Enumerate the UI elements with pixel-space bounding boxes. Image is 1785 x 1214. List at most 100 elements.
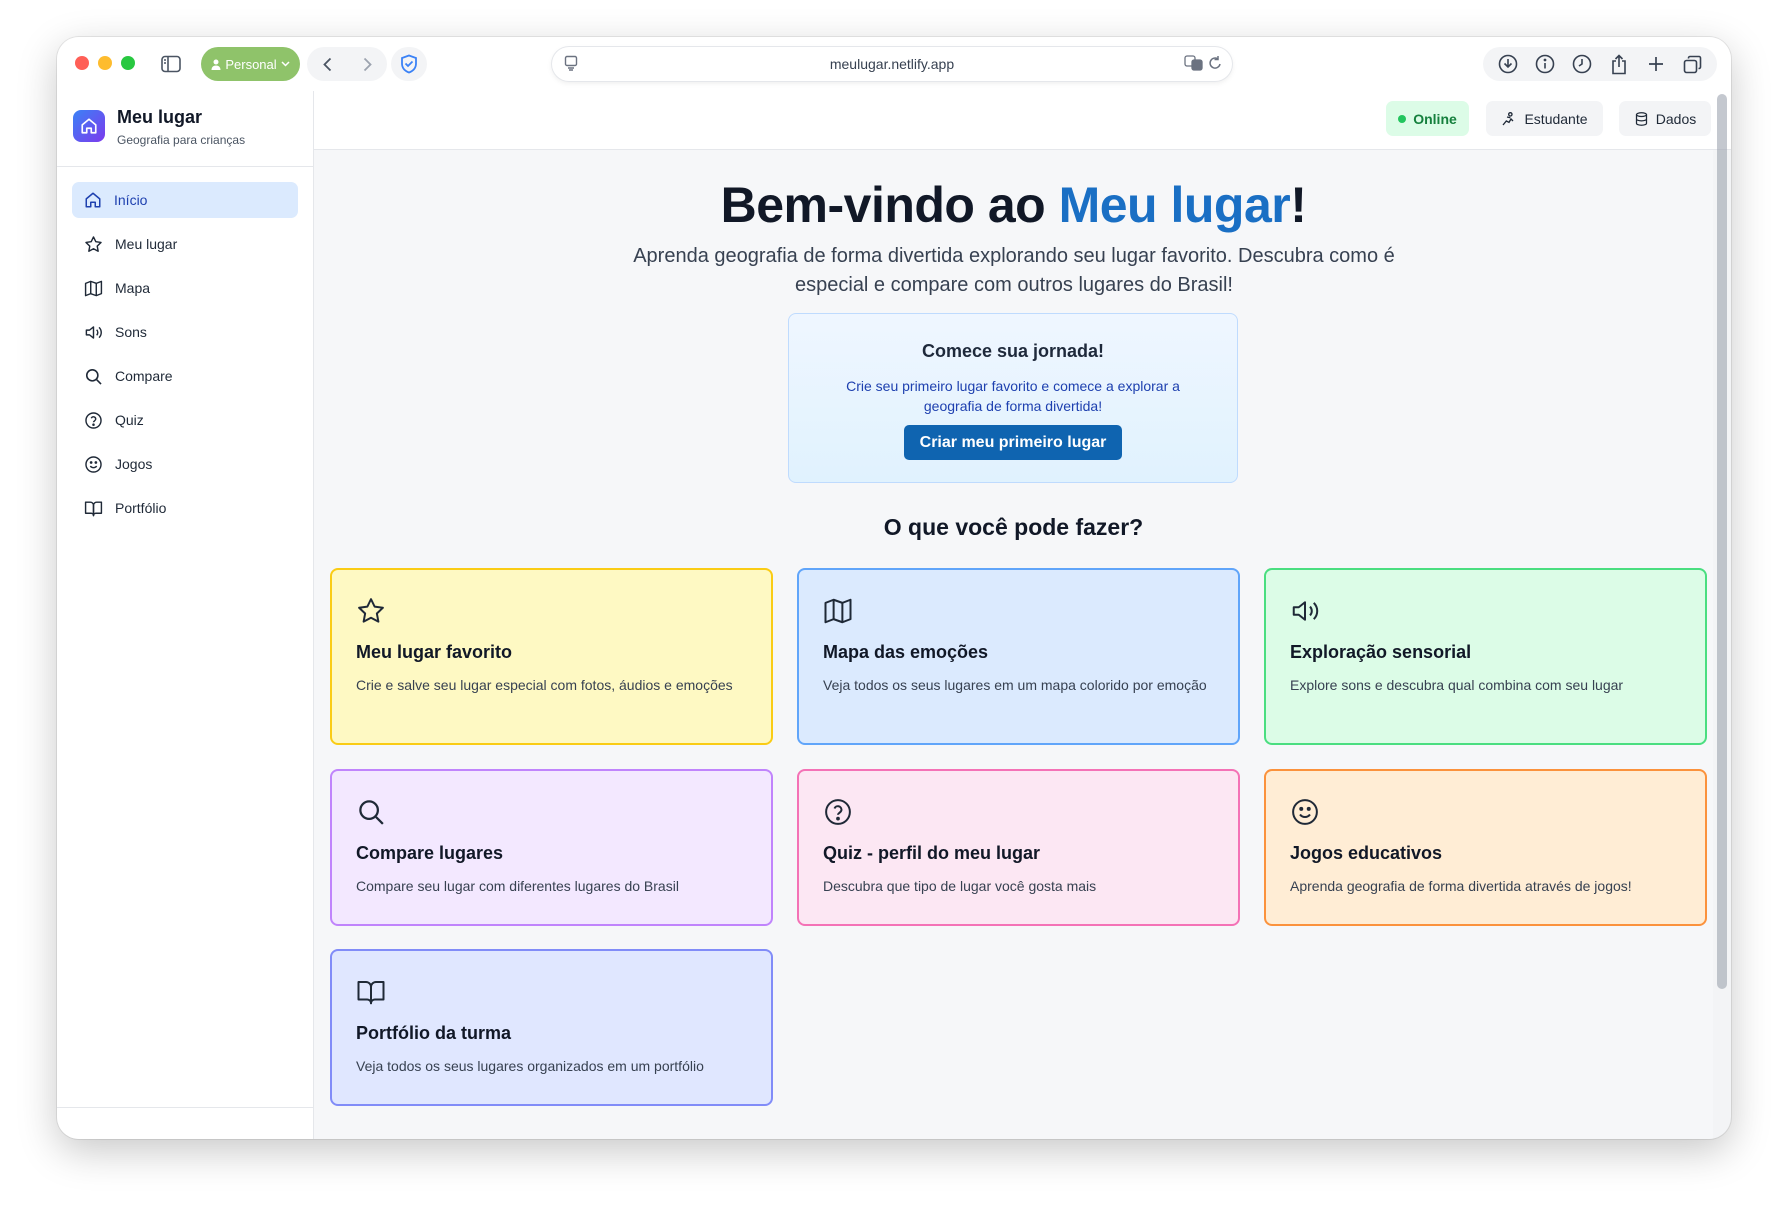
help-circle-icon: [85, 411, 102, 429]
sidebar-item-label: Compare: [115, 368, 173, 384]
sidebar-item-quiz[interactable]: Quiz: [72, 402, 298, 438]
title-accent: Meu lugar: [1058, 177, 1291, 233]
downloads-icon[interactable]: [1489, 54, 1526, 74]
translate-icon[interactable]: [1184, 55, 1204, 74]
book-icon: [84, 500, 103, 516]
back-icon[interactable]: [307, 57, 347, 72]
sidebar-item-sons[interactable]: Sons: [72, 314, 298, 350]
sidebar-item-inicio[interactable]: Início: [72, 182, 298, 218]
brand[interactable]: Meu lugar Geografia para crianças: [57, 91, 314, 167]
book-icon: [357, 981, 385, 1005]
star-icon: [358, 598, 384, 623]
history-nav: [307, 47, 387, 81]
create-first-place-button[interactable]: Criar meu primeiro lugar: [903, 425, 1123, 460]
card-title: Meu lugar favorito: [356, 642, 513, 662]
card-title: Mapa das emoções: [823, 642, 989, 662]
journey-text: Crie seu primeiro lugar favorito e comec…: [846, 378, 1180, 414]
sidebar-item-compare[interactable]: Compare: [72, 358, 298, 394]
close-window-button[interactable]: [75, 56, 89, 70]
sidebar-item-portfolio[interactable]: Portfólio: [72, 490, 298, 526]
zoom-window-button[interactable]: [121, 56, 135, 70]
chevron-down-icon: [281, 61, 290, 67]
card-description: Explore sons e descubra qual combina com…: [1290, 677, 1624, 693]
toolbar-actions: [1483, 47, 1717, 81]
card-title: Portfólio da turma: [356, 1023, 512, 1043]
card-title: Exploração sensorial: [1290, 642, 1472, 662]
database-icon: [1635, 111, 1647, 126]
data-label: Dados: [1655, 110, 1697, 127]
card-description: Veja todos os seus lugares organizados e…: [356, 1058, 704, 1074]
card-description: Aprenda geografia de forma divertida atr…: [1290, 878, 1632, 894]
browser-toolbar: Personal meulugar.netlify.app: [57, 37, 1731, 91]
star-icon: [85, 235, 102, 252]
student-label: Estudante: [1524, 110, 1588, 127]
url-text: meulugar.netlify.app: [829, 56, 955, 72]
smile-icon: [1292, 799, 1318, 825]
minimize-window-button[interactable]: [98, 56, 112, 70]
feature-card-compare[interactable]: Compare lugares Compare seu lugar com di…: [330, 769, 773, 926]
title-prefix: Bem-vindo ao: [720, 177, 1059, 233]
sidebar-item-meu-lugar[interactable]: Meu lugar: [72, 226, 298, 262]
feature-card-portfolio[interactable]: Portfólio da turma Veja todos os seus lu…: [330, 949, 773, 1106]
address-bar[interactable]: meulugar.netlify.app: [552, 47, 1232, 81]
data-button[interactable]: Dados: [1619, 101, 1711, 136]
card-description: Crie e salve seu lugar especial com foto…: [356, 677, 733, 693]
card-description: Descubra que tipo de lugar você gosta ma…: [823, 878, 1097, 894]
status-label: Online: [1413, 110, 1457, 127]
app-sidebar: Meu lugar Geografia para crianças Início…: [57, 91, 314, 1139]
sidebar-item-label: Portfólio: [115, 500, 167, 516]
search-icon: [359, 800, 384, 825]
card-title: Quiz - perfil do meu lugar: [823, 843, 1041, 863]
volume-icon: [1292, 601, 1319, 621]
profile-label: Personal: [225, 56, 277, 72]
page-scrollbar[interactable]: [1717, 94, 1727, 989]
journey-callout: Comece sua jornada! Crie seu primeiro lu…: [788, 313, 1238, 483]
journey-title: Comece sua jornada!: [921, 341, 1105, 361]
home-icon: [85, 192, 101, 208]
sidebar-item-label: Início: [114, 192, 148, 208]
main-content: Bem-vindo ao Meu lugar! Aprenda geografi…: [314, 150, 1713, 1139]
feature-card-sons[interactable]: Exploração sensorial Explore sons e desc…: [1264, 568, 1707, 745]
feature-card-mapa[interactable]: Mapa das emoções Veja todos os seus luga…: [797, 568, 1240, 745]
sidebar-item-label: Meu lugar: [115, 236, 178, 252]
status-badge: Online: [1386, 101, 1469, 136]
feature-card-quiz[interactable]: Quiz - perfil do meu lugar Descubra que …: [797, 769, 1240, 926]
shield-icon[interactable]: [391, 47, 427, 81]
card-title: Compare lugares: [356, 843, 504, 863]
profile-button[interactable]: Personal: [201, 47, 300, 81]
info-icon[interactable]: [1526, 54, 1563, 74]
person-icon: [211, 59, 221, 70]
reload-icon[interactable]: [1208, 55, 1222, 74]
tab-overview-icon[interactable]: [1674, 55, 1711, 74]
map-icon: [824, 598, 852, 624]
page-subtitle: Aprenda geografia de forma divertida exp…: [633, 245, 1395, 296]
app-header: Online Estudante Dados: [314, 91, 1731, 150]
brand-title: Meu lugar: [117, 107, 203, 127]
feature-card-jogos[interactable]: Jogos educativos Aprenda geografia de fo…: [1264, 769, 1707, 926]
history-clock-icon[interactable]: [1563, 54, 1600, 74]
forward-icon[interactable]: [347, 57, 387, 72]
volume-icon: [85, 325, 102, 339]
sidebar-item-label: Mapa: [115, 280, 151, 296]
title-suffix: !: [1290, 177, 1307, 233]
page-settings-icon[interactable]: [564, 55, 578, 74]
sidebar-divider: [57, 1107, 314, 1108]
help-circle-icon: [825, 799, 851, 825]
sidebar-nav: Início Meu lugar Mapa Sons Compare Quiz: [72, 182, 298, 534]
student-icon: [1502, 111, 1514, 125]
sidebar-item-jogos[interactable]: Jogos: [72, 446, 298, 482]
share-icon[interactable]: [1600, 53, 1637, 75]
sidebar-item-label: Jogos: [115, 456, 153, 472]
new-tab-icon[interactable]: [1637, 56, 1674, 72]
sidebar-item-mapa[interactable]: Mapa: [72, 270, 298, 306]
card-description: Veja todos os seus lugares em um mapa co…: [823, 677, 1207, 693]
feature-card-meu-lugar[interactable]: Meu lugar favorito Crie e salve seu luga…: [330, 568, 773, 745]
student-mode-button[interactable]: Estudante: [1486, 101, 1603, 136]
card-title: Jogos educativos: [1290, 843, 1443, 863]
home-logo-icon: [73, 110, 105, 142]
map-icon: [84, 280, 103, 296]
status-dot-icon: [1398, 114, 1407, 123]
sidebar-toggle-icon[interactable]: [154, 47, 188, 81]
browser-window: Personal meulugar.netlify.app Meu lugar …: [57, 37, 1731, 1139]
sidebar-item-label: Quiz: [115, 412, 144, 428]
